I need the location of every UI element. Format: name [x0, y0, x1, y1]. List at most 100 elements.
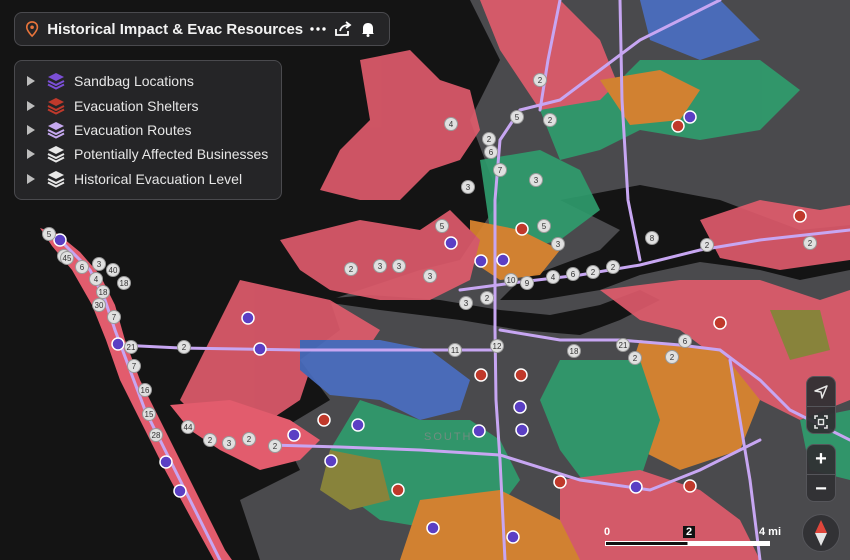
business-cluster-marker[interactable]: 3 — [461, 180, 475, 194]
compass-button[interactable] — [802, 514, 840, 552]
business-cluster-marker[interactable]: 6 — [566, 267, 580, 281]
shelter-marker — [683, 479, 697, 493]
business-cluster-marker[interactable]: 2 — [665, 350, 679, 364]
business-cluster-marker[interactable]: 3 — [222, 436, 236, 450]
business-cluster-marker[interactable]: 6 — [484, 145, 498, 159]
business-cluster-marker[interactable]: 4 — [444, 117, 458, 131]
business-cluster-marker[interactable]: 3 — [92, 257, 106, 271]
sandbag-marker — [324, 454, 338, 468]
cluster-count: 45 — [63, 254, 72, 263]
business-cluster-marker[interactable]: 2 — [177, 340, 191, 354]
layer-item-historical-evacuation-level[interactable]: Historical Evacuation Level — [15, 167, 281, 191]
expand-caret-icon[interactable] — [27, 124, 35, 135]
cluster-count: 3 — [397, 262, 402, 271]
cluster-count: 9 — [525, 279, 530, 288]
layer-item-evacuation-shelters[interactable]: Evacuation Shelters — [15, 93, 281, 117]
business-cluster-marker[interactable]: 5 — [42, 227, 56, 241]
business-cluster-marker[interactable]: 2 — [543, 113, 557, 127]
business-cluster-marker[interactable]: 2 — [203, 433, 217, 447]
expand-caret-icon[interactable] — [27, 100, 35, 111]
sandbag-marker — [474, 254, 488, 268]
cluster-count: 2 — [538, 76, 543, 85]
share-icon — [335, 21, 352, 36]
business-cluster-marker[interactable]: 3 — [423, 269, 437, 283]
business-cluster-marker[interactable]: 18 — [567, 344, 581, 358]
business-cluster-marker[interactable]: 2 — [242, 432, 256, 446]
business-cluster-marker[interactable]: 2 — [700, 238, 714, 252]
business-cluster-marker[interactable]: 6 — [678, 334, 692, 348]
cluster-count: 5 — [515, 113, 520, 122]
business-cluster-marker[interactable]: 6 — [75, 260, 89, 274]
business-cluster-marker[interactable]: 9 — [520, 276, 534, 290]
business-cluster-marker[interactable]: 2 — [606, 260, 620, 274]
business-cluster-marker[interactable]: 5 — [435, 219, 449, 233]
business-cluster-marker[interactable]: 28 — [149, 428, 163, 442]
zoom-out-button[interactable]: − — [807, 474, 835, 504]
business-cluster-marker[interactable]: 10 — [504, 273, 518, 287]
layer-item-potentially-affected-businesses[interactable]: Potentially Affected Businesses — [15, 142, 281, 166]
business-cluster-marker[interactable]: 4 — [546, 270, 560, 284]
business-cluster-marker[interactable]: 44 — [181, 420, 195, 434]
cluster-count: 2 — [273, 442, 278, 451]
cluster-count: 40 — [109, 266, 118, 275]
cluster-count: 2 — [487, 135, 492, 144]
layer-label: Evacuation Routes — [74, 121, 192, 138]
business-cluster-marker[interactable]: 21 — [124, 340, 138, 354]
business-cluster-marker[interactable]: 2 — [268, 439, 282, 453]
business-cluster-marker[interactable]: 2 — [480, 291, 494, 305]
business-cluster-marker[interactable]: 7 — [493, 163, 507, 177]
business-cluster-marker[interactable]: 7 — [127, 359, 141, 373]
business-cluster-marker[interactable]: 8 — [645, 231, 659, 245]
business-cluster-marker[interactable]: 3 — [459, 296, 473, 310]
business-cluster-marker[interactable]: 2 — [586, 265, 600, 279]
business-cluster-marker[interactable]: 11 — [448, 343, 462, 357]
cluster-count: 10 — [507, 276, 516, 285]
more-options-button[interactable] — [307, 17, 328, 41]
locate-button[interactable] — [807, 377, 835, 406]
business-cluster-marker[interactable]: 40 — [106, 263, 120, 277]
expand-caret-icon[interactable] — [27, 149, 35, 160]
business-cluster-marker[interactable]: 12 — [490, 339, 504, 353]
scale-label-mid: 2 — [683, 526, 696, 538]
business-cluster-marker[interactable]: 3 — [551, 237, 565, 251]
business-cluster-marker[interactable]: 3 — [529, 173, 543, 187]
business-cluster-marker[interactable]: 2 — [482, 132, 496, 146]
share-button[interactable] — [332, 17, 353, 41]
business-cluster-marker[interactable]: 16 — [138, 383, 152, 397]
business-cluster-marker[interactable]: 2 — [803, 236, 817, 250]
cluster-count: 4 — [551, 273, 556, 282]
business-cluster-marker[interactable]: 7 — [107, 310, 121, 324]
business-cluster-marker[interactable]: 15 — [142, 407, 156, 421]
layer-item-evacuation-routes[interactable]: Evacuation Routes — [15, 118, 281, 142]
cluster-count: 7 — [498, 166, 503, 175]
layer-item-sandbag-locations[interactable]: Sandbag Locations — [15, 69, 281, 93]
business-cluster-marker[interactable]: 3 — [392, 259, 406, 273]
layer-label: Historical Evacuation Level — [74, 170, 243, 187]
zoom-in-button[interactable]: + — [807, 445, 835, 474]
sandbag-marker — [287, 428, 301, 442]
business-cluster-marker[interactable]: 3 — [373, 259, 387, 273]
business-cluster-marker[interactable]: 2 — [628, 351, 642, 365]
cluster-count: 12 — [493, 342, 502, 351]
expand-caret-icon[interactable] — [27, 76, 35, 87]
scale-label-zero: 0 — [604, 526, 611, 538]
map-pin-icon — [25, 21, 39, 38]
notifications-button[interactable] — [358, 17, 379, 41]
sandbag-marker — [506, 530, 520, 544]
zoom-to-extent-button[interactable] — [807, 406, 835, 436]
cluster-count: 6 — [489, 148, 494, 157]
business-cluster-marker[interactable]: 18 — [117, 276, 131, 290]
cluster-count: 3 — [464, 299, 469, 308]
cluster-count: 2 — [485, 294, 490, 303]
business-cluster-marker[interactable]: 18 — [96, 285, 110, 299]
business-cluster-marker[interactable]: 5 — [510, 110, 524, 124]
business-cluster-marker[interactable]: 2 — [344, 262, 358, 276]
business-cluster-marker[interactable]: 45 — [60, 251, 74, 265]
expand-caret-icon[interactable] — [27, 173, 35, 184]
shelter-marker — [474, 368, 488, 382]
business-cluster-marker[interactable]: 21 — [616, 338, 630, 352]
business-cluster-marker[interactable]: 5 — [537, 219, 551, 233]
business-cluster-marker[interactable]: 2 — [533, 73, 547, 87]
business-cluster-marker[interactable]: 30 — [92, 298, 106, 312]
business-cluster-marker[interactable]: 4 — [89, 272, 103, 286]
